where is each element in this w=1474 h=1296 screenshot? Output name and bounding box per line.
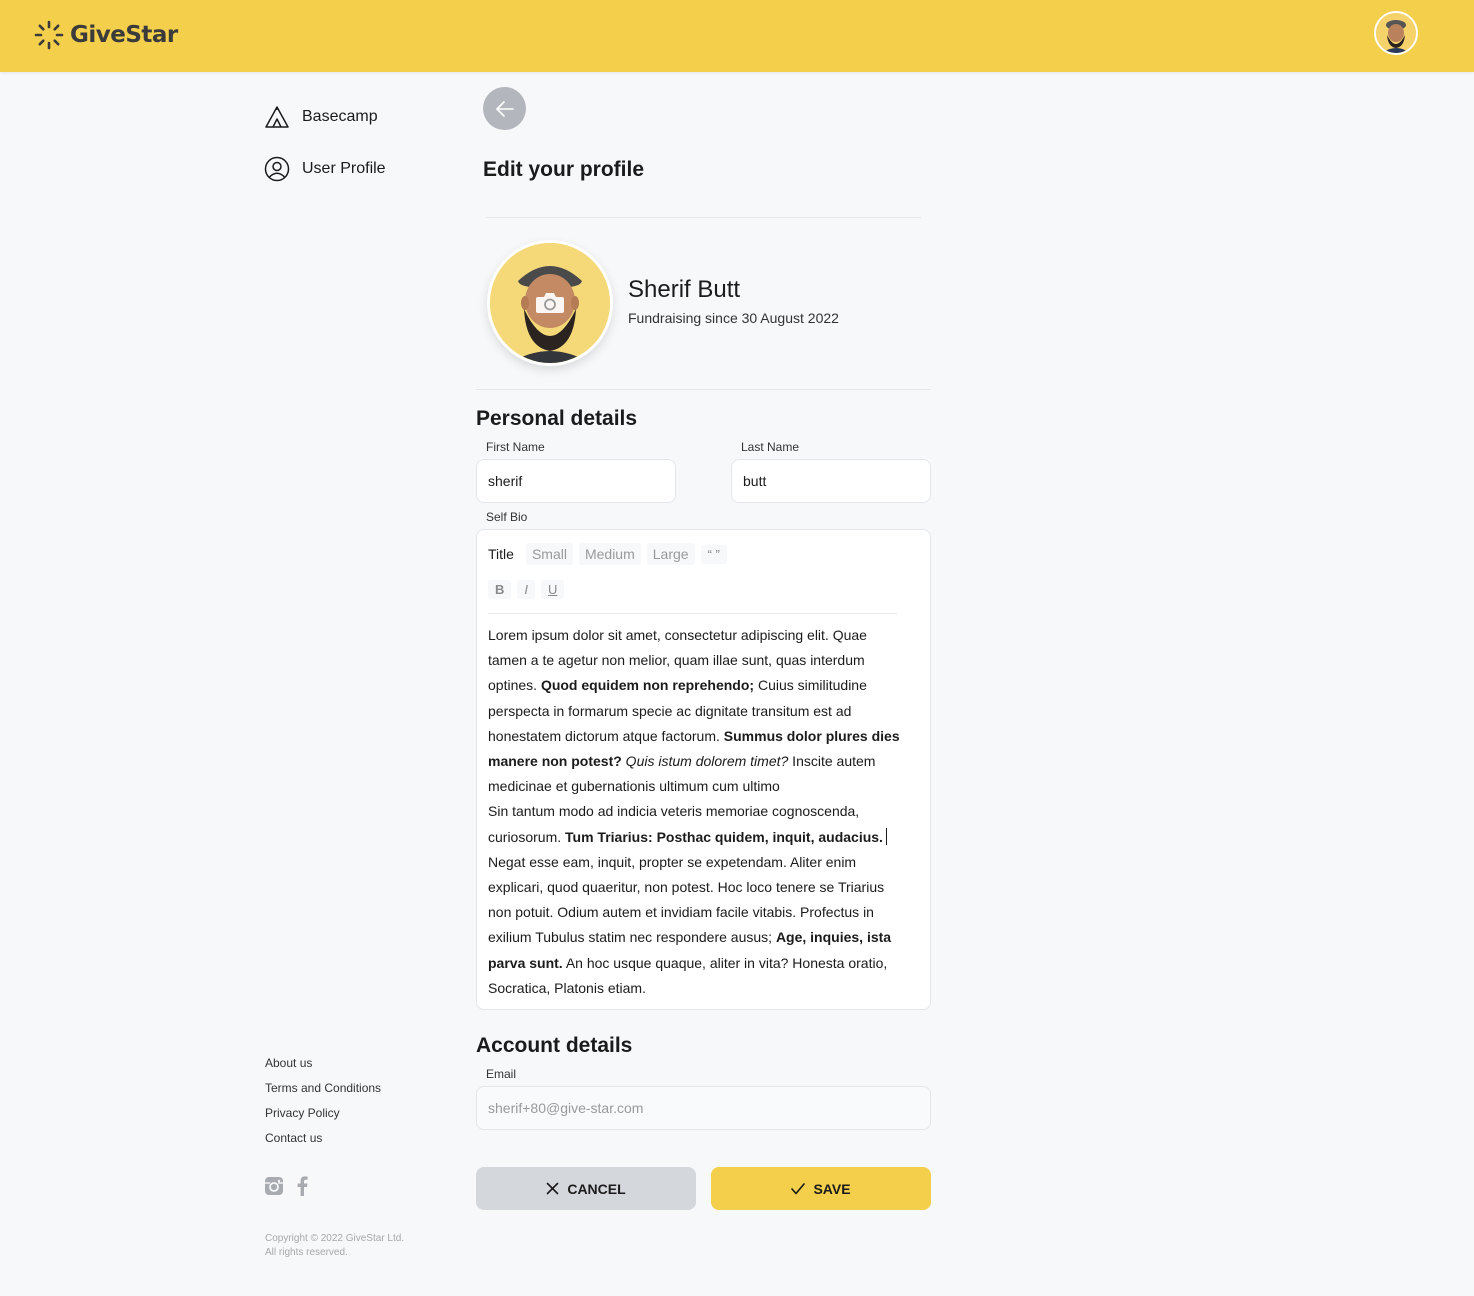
editor-divider <box>488 613 897 614</box>
toolbar-italic-button[interactable]: I <box>517 580 536 599</box>
footer-link-contact[interactable]: Contact us <box>265 1130 381 1155</box>
email-field[interactable]: sherif+80@give-star.com <box>476 1086 931 1130</box>
check-icon <box>791 1182 806 1194</box>
facebook-icon[interactable] <box>296 1176 308 1196</box>
arrow-left-icon <box>495 100 514 117</box>
toolbar-medium-button[interactable]: Medium <box>578 543 641 565</box>
toolbar-small-button[interactable]: Small <box>525 543 573 565</box>
social-links <box>264 1176 308 1196</box>
cancel-label: CANCEL <box>567 1180 626 1197</box>
footer-link-privacy[interactable]: Privacy Policy <box>265 1105 381 1130</box>
camera-icon[interactable] <box>535 291 565 320</box>
last-name-field[interactable]: butt <box>731 459 931 503</box>
self-bio-editor[interactable]: Title Small Medium Large “ ” B I U Lorem… <box>476 529 931 1010</box>
user-avatar[interactable] <box>1374 11 1418 55</box>
close-icon <box>547 1182 559 1195</box>
toolbar-quote-button[interactable]: “ ” <box>700 544 727 564</box>
tent-icon <box>265 106 289 128</box>
toolbar-bold-button[interactable]: B <box>488 580 512 599</box>
profile-name: Sherif Butt <box>628 276 741 303</box>
toolbar-large-button[interactable]: Large <box>646 543 695 565</box>
editor-toolbar-style: Title Small Medium Large “ ” <box>488 543 727 565</box>
page-title: Edit your profile <box>483 158 645 181</box>
sidebar-item-label: User Profile <box>302 160 386 177</box>
sidebar-item-basecamp[interactable]: Basecamp <box>264 104 378 130</box>
first-name-field[interactable]: sherif <box>476 459 676 503</box>
top-header: GiveStar <box>0 0 1474 72</box>
sidebar-item-label: Basecamp <box>302 108 378 125</box>
personal-details-heading: Personal details <box>476 407 638 430</box>
toolbar-underline-button[interactable]: U <box>541 580 565 599</box>
sunburst-logo-icon <box>34 20 64 50</box>
brand-name: GiveStar <box>70 22 178 48</box>
save-label: SAVE <box>813 1180 851 1197</box>
bio-paragraph: Lorem ipsum dolor sit amet, consectetur … <box>488 623 903 799</box>
sidebar-item-user-profile[interactable]: User Profile <box>264 156 386 182</box>
account-details-heading: Account details <box>476 1034 633 1057</box>
bio-paragraph: Sin tantum modo ad indicia veteris memor… <box>488 799 903 849</box>
cancel-button[interactable]: CANCEL <box>476 1167 696 1210</box>
bio-italic-text: Quis istum dolorem timet? <box>621 753 789 770</box>
user-circle-icon <box>264 156 290 182</box>
bio-bold-text: Quod equidem non reprehendo; <box>540 677 755 694</box>
title-divider <box>486 217 921 218</box>
footer-links: About us Terms and Conditions Privacy Po… <box>265 1055 381 1155</box>
self-bio-label: Self Bio <box>486 510 528 524</box>
first-name-label: First Name <box>486 440 545 454</box>
save-button[interactable]: SAVE <box>711 1167 931 1210</box>
bio-paragraph: Negat esse eam, inquit, propter se expet… <box>488 850 903 1001</box>
text-caret <box>885 827 887 845</box>
back-button[interactable] <box>483 87 526 130</box>
brand-logo[interactable]: GiveStar <box>34 20 178 50</box>
instagram-icon[interactable] <box>264 1176 284 1196</box>
footer-link-about[interactable]: About us <box>265 1055 381 1080</box>
last-name-label: Last Name <box>741 440 800 454</box>
avatar-face-icon <box>1376 13 1416 53</box>
email-label: Email <box>486 1067 517 1081</box>
fundraising-since: Fundraising since 30 August 2022 <box>628 310 839 326</box>
editor-toolbar-format: B I U <box>488 580 565 599</box>
bio-bold-text: Tum Triarius: Posthac quidem, inquit, au… <box>565 828 883 845</box>
footer-link-terms[interactable]: Terms and Conditions <box>265 1080 381 1105</box>
profile-divider <box>476 389 931 390</box>
editor-content[interactable]: Lorem ipsum dolor sit amet, consectetur … <box>488 623 903 1001</box>
copyright-text: Copyright © 2022 GiveStar Ltd. All right… <box>265 1233 405 1258</box>
toolbar-title-button[interactable]: Title <box>488 543 520 565</box>
